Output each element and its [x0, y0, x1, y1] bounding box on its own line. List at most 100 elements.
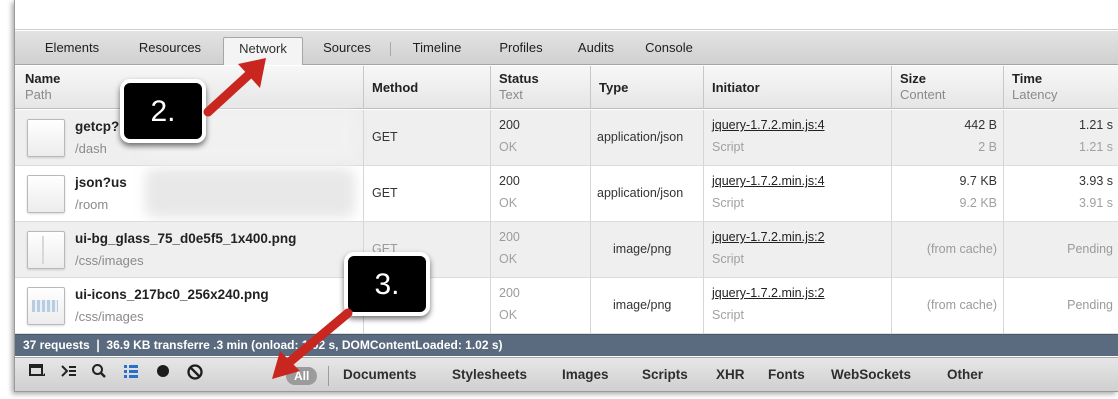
latency: 3.91 s	[1078, 196, 1113, 210]
column-status[interactable]: Status Text	[490, 66, 590, 109]
size-cell: (from cache)	[891, 222, 1003, 278]
time-cell: 3.93 s 3.91 s	[1003, 166, 1118, 222]
request-path: /dash	[75, 141, 107, 156]
mime-type: image/png	[613, 242, 672, 256]
devtools-window: Elements Resources Network Sources Timel…	[14, 0, 1118, 392]
mime-type: application/json	[597, 130, 684, 144]
filter-images[interactable]: Images	[562, 365, 609, 385]
column-status-text-label: Text	[499, 87, 523, 102]
method-cell: GET	[363, 166, 490, 222]
total-time: Pending	[1067, 242, 1113, 256]
size-cell: (from cache)	[891, 278, 1003, 334]
arrow-to-network-tab	[203, 58, 266, 117]
tab-audits[interactable]: Audits	[563, 37, 629, 65]
initiator-cell: jquery-1.7.2.min.js:4 Script	[703, 110, 891, 166]
initiator-type: Script	[712, 308, 744, 322]
filter-scripts[interactable]: Scripts	[642, 365, 688, 385]
column-status-label: Status	[499, 71, 539, 86]
status-code: 200	[499, 174, 520, 188]
request-method: GET	[372, 130, 398, 144]
file-icon	[27, 175, 65, 213]
status-cell: 200 OK	[490, 278, 590, 334]
status-cell: 200 OK	[490, 222, 590, 278]
callout-step-2: 2.	[120, 79, 206, 143]
redacted-blur	[145, 168, 355, 218]
initiator-link[interactable]: jquery-1.7.2.min.js:2	[712, 230, 825, 244]
initiator-type: Script	[712, 252, 744, 266]
latency: 1.21 s	[1078, 140, 1113, 154]
initiator-type: Script	[712, 140, 744, 154]
column-size-label: Size	[900, 71, 927, 86]
time-cell: Pending	[1003, 278, 1118, 334]
column-initiator[interactable]: Initiator	[703, 66, 891, 109]
file-icon	[27, 119, 65, 157]
filter-fonts[interactable]: Fonts	[768, 365, 805, 385]
type-cell: application/json	[590, 110, 703, 166]
size-cell: 9.7 KB 9.2 KB	[891, 166, 1003, 222]
time-cell: 1.21 s 1.21 s	[1003, 110, 1118, 166]
arrow-to-clear-button	[272, 308, 353, 379]
transfer-size: 9.7 KB	[959, 174, 997, 188]
list-view-icon[interactable]	[117, 363, 145, 387]
tab-divider	[390, 42, 391, 56]
type-cell: image/png	[590, 278, 703, 334]
clear-icon[interactable]	[181, 363, 209, 387]
tab-elements[interactable]: Elements	[27, 37, 117, 65]
type-cell: image/png	[590, 222, 703, 278]
request-name: json?us	[75, 175, 127, 190]
transfer-size: (from cache)	[926, 242, 997, 256]
transfer-size: 442 B	[964, 118, 997, 132]
request-name: ui-icons_217bc0_256x240.png	[75, 287, 269, 302]
tab-sources[interactable]: Sources	[306, 37, 388, 65]
total-time: Pending	[1067, 298, 1113, 312]
filter-xhr[interactable]: XHR	[716, 365, 745, 385]
screenshot-stage: Elements Resources Network Sources Timel…	[0, 0, 1118, 399]
column-method[interactable]: Method	[363, 66, 490, 109]
name-cell: json?us /room	[15, 166, 363, 222]
transfer-size: (from cache)	[926, 298, 997, 312]
tab-timeline[interactable]: Timeline	[397, 37, 477, 65]
request-name: getcp?	[75, 119, 120, 134]
filter-stylesheets[interactable]: Stylesheets	[452, 365, 527, 385]
devtools-tab-bar: Elements Resources Network Sources Timel…	[15, 31, 1118, 65]
name-cell: ui-bg_glass_75_d0e5f5_1x400.png /css/ima…	[15, 222, 363, 278]
total-time: 3.93 s	[1078, 174, 1113, 188]
method-cell: GET	[363, 110, 490, 166]
status-code: 200	[499, 230, 520, 244]
request-row[interactable]: ui-bg_glass_75_d0e5f5_1x400.png /css/ima…	[15, 222, 1118, 278]
column-time-label: Time	[1012, 71, 1043, 86]
request-row[interactable]: json?us /room GET 200 OK application/jso…	[15, 166, 1118, 222]
image-thumbnail-icon	[27, 231, 65, 269]
column-time[interactable]: Time Latency	[1003, 66, 1118, 109]
dock-icon[interactable]	[23, 363, 51, 387]
console-icon[interactable]	[55, 363, 83, 387]
request-row[interactable]: ui-icons_217bc0_256x240.png /css/images …	[15, 278, 1118, 334]
search-icon[interactable]	[85, 363, 113, 387]
image-thumbnail-icon	[27, 287, 65, 325]
status-text: OK	[499, 140, 518, 154]
column-initiator-label: Initiator	[712, 80, 760, 95]
record-icon[interactable]	[149, 363, 177, 387]
status-cell: 200 OK	[490, 110, 590, 166]
bottom-toolbar: All Documents Stylesheets Images Scripts…	[15, 357, 1118, 391]
status-text: OK	[499, 196, 518, 210]
column-type-label: Type	[599, 80, 629, 95]
filter-websockets[interactable]: WebSockets	[831, 365, 911, 385]
column-size[interactable]: Size Content	[891, 66, 1003, 109]
content-size: 2 B	[978, 140, 997, 154]
status-code: 200	[499, 286, 520, 300]
initiator-link[interactable]: jquery-1.7.2.min.js:4	[712, 174, 825, 188]
tab-console[interactable]: Console	[631, 37, 707, 65]
total-time: 1.21 s	[1078, 118, 1113, 132]
initiator-link[interactable]: jquery-1.7.2.min.js:4	[712, 118, 825, 132]
time-cell: Pending	[1003, 222, 1118, 278]
size-cell: 442 B 2 B	[891, 110, 1003, 166]
tab-profiles[interactable]: Profiles	[481, 37, 561, 65]
request-path: /css/images	[75, 253, 144, 268]
mime-type: application/json	[597, 186, 684, 200]
initiator-link[interactable]: jquery-1.7.2.min.js:2	[712, 286, 825, 300]
column-type[interactable]: Type	[590, 66, 703, 109]
filter-other[interactable]: Other	[947, 365, 983, 385]
mime-type: image/png	[613, 298, 672, 312]
content-size: 9.2 KB	[959, 196, 997, 210]
